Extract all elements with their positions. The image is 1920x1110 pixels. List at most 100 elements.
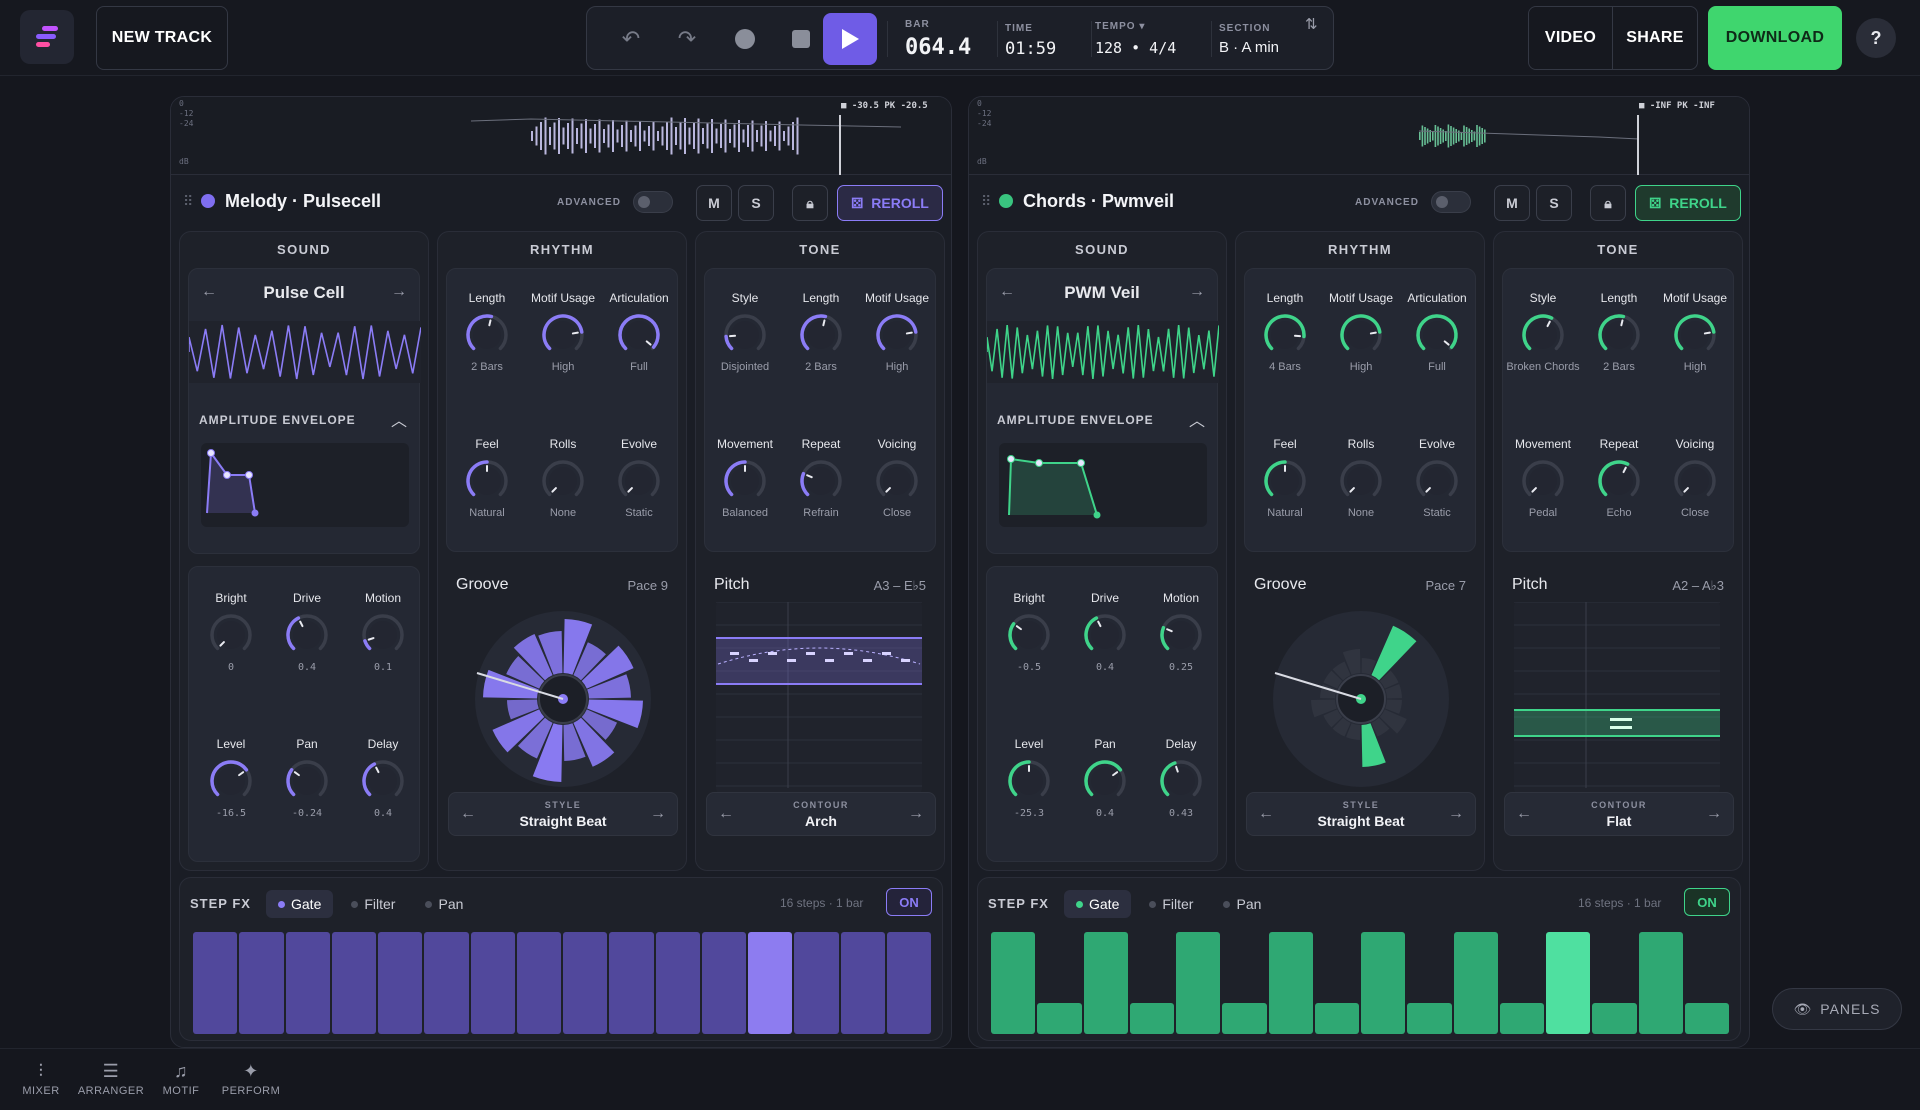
preset-name[interactable]: PWM Veil (987, 283, 1217, 303)
knob-length[interactable]: Length 2 Bars (1581, 275, 1657, 374)
collapse-chevron-icon[interactable]: ︿ (1189, 407, 1205, 431)
tab-filter[interactable]: Filter (1137, 890, 1205, 918)
step-bar[interactable] (1638, 932, 1683, 1034)
step-bar[interactable] (563, 932, 608, 1034)
envelope-graph[interactable] (999, 443, 1199, 523)
knob-level[interactable]: Level -25.3 (991, 721, 1067, 820)
knob-dial[interactable] (873, 457, 921, 505)
knob-articulation[interactable]: Articulation Full (1399, 275, 1475, 374)
nav-perform[interactable]: ✦ PERFORM (216, 1061, 286, 1097)
knob-dial[interactable] (1261, 457, 1309, 505)
step-bar[interactable] (991, 932, 1036, 1034)
knob-dial[interactable] (1519, 457, 1567, 505)
knob-voicing[interactable]: Voicing Close (859, 421, 935, 520)
nav-arranger[interactable]: ☰ ARRANGER (76, 1061, 146, 1097)
step-fx-on-toggle[interactable]: ON (1684, 888, 1730, 916)
knob-pan[interactable]: Pan -0.24 (269, 721, 345, 820)
track-title[interactable]: Chords · Pwmveil (1023, 191, 1174, 212)
knob-dial[interactable] (615, 311, 663, 359)
knob-dial[interactable] (615, 457, 663, 505)
nav-motif[interactable]: ♫ MOTIF (146, 1061, 216, 1097)
step-bar[interactable] (1176, 932, 1221, 1034)
knob-motif-usage[interactable]: Motif Usage High (1657, 275, 1733, 374)
knob-delay[interactable]: Delay 0.43 (1143, 721, 1219, 820)
contour-selector[interactable]: ← CONTOUR Arch → (706, 792, 936, 836)
knob-level[interactable]: Level -16.5 (193, 721, 269, 820)
step-bar[interactable] (1129, 1003, 1174, 1034)
knob-dial[interactable] (463, 457, 511, 505)
reroll-button[interactable]: ⚄ REROLL (1635, 185, 1741, 221)
tab-filter[interactable]: Filter (339, 890, 407, 918)
step-bar[interactable] (1499, 1003, 1544, 1034)
tempo-label[interactable]: TEMPO ▾ (1095, 21, 1145, 32)
step-bar[interactable] (1314, 1003, 1359, 1034)
tab-pan[interactable]: Pan (413, 890, 475, 918)
knob-dial[interactable] (1413, 457, 1461, 505)
knob-drive[interactable]: Drive 0.4 (269, 575, 345, 674)
knob-dial[interactable] (1157, 611, 1205, 659)
swap-icon[interactable]: ⇅ (1305, 15, 1318, 33)
knob-length[interactable]: Length 4 Bars (1247, 275, 1323, 374)
knob-movement[interactable]: Movement Pedal (1505, 421, 1581, 520)
knob-dial[interactable] (797, 457, 845, 505)
knob-delay[interactable]: Delay 0.4 (345, 721, 421, 820)
knob-motif-usage[interactable]: Motif Usage High (525, 275, 601, 374)
share-button[interactable]: SHARE (1613, 7, 1697, 69)
knob-dial[interactable] (721, 457, 769, 505)
knob-dial[interactable] (1157, 757, 1205, 805)
groove-wheel[interactable] (1266, 604, 1456, 794)
knob-dial[interactable] (1081, 757, 1129, 805)
knob-motion[interactable]: Motion 0.1 (345, 575, 421, 674)
knob-dial[interactable] (1261, 311, 1309, 359)
knob-dial[interactable] (1337, 311, 1385, 359)
knob-dial[interactable] (1005, 757, 1053, 805)
tab-gate[interactable]: Gate (1064, 890, 1132, 918)
lock-button[interactable]: 🔒︎ (1590, 185, 1626, 221)
knob-dial[interactable] (463, 311, 511, 359)
knob-motion[interactable]: Motion 0.25 (1143, 575, 1219, 674)
envelope-graph[interactable] (201, 443, 401, 523)
knob-dial[interactable] (797, 311, 845, 359)
knob-dial[interactable] (721, 311, 769, 359)
step-bar[interactable] (1222, 1003, 1267, 1034)
next-preset-icon[interactable]: → (1189, 283, 1205, 301)
knob-feel[interactable]: Feel Natural (449, 421, 525, 520)
step-bar[interactable] (193, 932, 238, 1034)
pitch-grid[interactable] (716, 601, 922, 788)
app-logo[interactable] (20, 10, 74, 64)
knob-style[interactable]: Style Disjointed (707, 275, 783, 374)
next-style-icon[interactable]: → (1445, 805, 1467, 825)
step-bar[interactable] (701, 932, 746, 1034)
step-bar[interactable] (794, 932, 839, 1034)
knob-dial[interactable] (359, 757, 407, 805)
step-bar[interactable] (1592, 1003, 1637, 1034)
step-bar[interactable] (470, 932, 515, 1034)
lock-button[interactable]: 🔒︎ (792, 185, 828, 221)
knob-pan[interactable]: Pan 0.4 (1067, 721, 1143, 820)
redo-icon[interactable]: ↷ (667, 19, 707, 59)
knob-motif-usage[interactable]: Motif Usage High (859, 275, 935, 374)
advanced-toggle[interactable] (1431, 191, 1471, 213)
mute-button[interactable]: M (696, 185, 732, 221)
tempo-value[interactable]: 128 • 4/4 (1095, 39, 1176, 57)
step-bar[interactable] (516, 932, 561, 1034)
step-bar[interactable] (331, 932, 376, 1034)
knob-length[interactable]: Length 2 Bars (783, 275, 859, 374)
knob-feel[interactable]: Feel Natural (1247, 421, 1323, 520)
knob-dial[interactable] (1595, 457, 1643, 505)
knob-bright[interactable]: Bright 0 (193, 575, 269, 674)
record-button[interactable] (725, 19, 765, 59)
knob-dial[interactable] (539, 457, 587, 505)
download-button[interactable]: DOWNLOAD (1708, 6, 1842, 70)
nav-mixer[interactable]: ⫶ MIXER (6, 1061, 76, 1097)
contour-selector[interactable]: ← CONTOUR Flat → (1504, 792, 1734, 836)
knob-drive[interactable]: Drive 0.4 (1067, 575, 1143, 674)
step-bar[interactable] (1083, 932, 1128, 1034)
reroll-button[interactable]: ⚄ REROLL (837, 185, 943, 221)
knob-dial[interactable] (1671, 311, 1719, 359)
knob-articulation[interactable]: Articulation Full (601, 275, 677, 374)
step-bar[interactable] (1037, 1003, 1082, 1034)
next-contour-icon[interactable]: → (905, 805, 927, 825)
video-button[interactable]: VIDEO (1529, 7, 1613, 69)
undo-icon[interactable]: ↶ (611, 19, 651, 59)
